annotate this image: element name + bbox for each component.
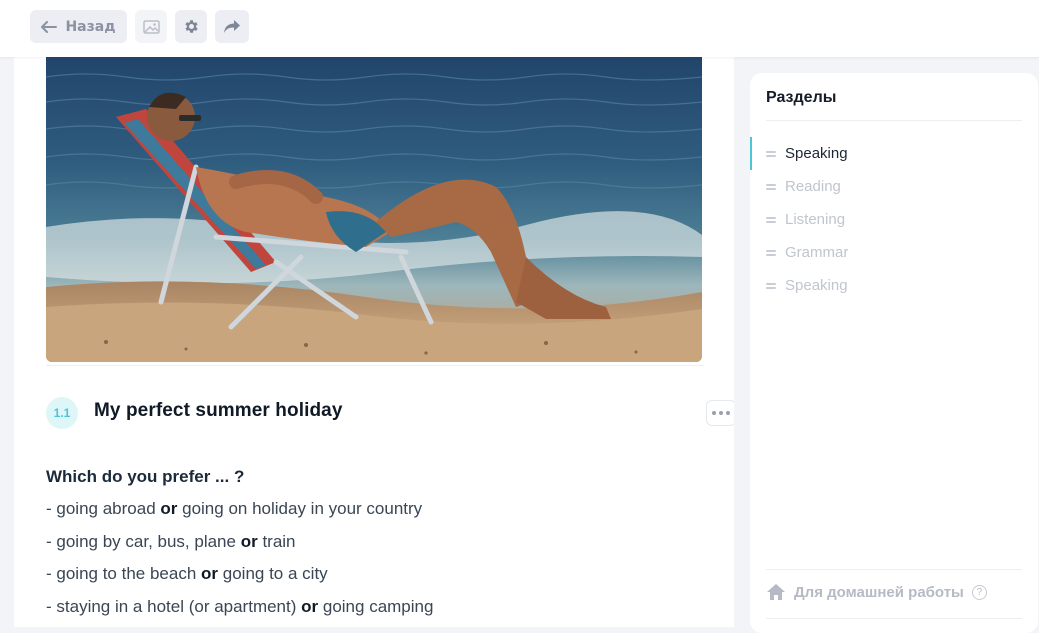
- lesson-photo: [46, 57, 702, 362]
- homework-link[interactable]: Для домашней работы ?: [766, 583, 987, 601]
- gear-icon: [184, 20, 198, 33]
- option-b: train: [262, 531, 296, 551]
- drag-handle-icon: [766, 248, 776, 258]
- option-prefix: -: [46, 531, 57, 551]
- sections-sidebar: Разделы Speaking Reading Listening Gramm…: [750, 73, 1038, 633]
- photo-divider: [46, 365, 704, 366]
- section-title: My perfect summer holiday: [94, 400, 343, 421]
- help-icon[interactable]: ?: [971, 584, 987, 600]
- option-or: or: [201, 564, 219, 583]
- share-button[interactable]: [215, 10, 249, 43]
- sidebar-item-reading[interactable]: Reading: [750, 170, 1038, 203]
- option-line: - going by car, bus, plane or train: [46, 528, 706, 561]
- sidebar-item-label: Reading: [785, 178, 841, 195]
- sidebar-title: Разделы: [766, 89, 837, 106]
- lesson-content-panel: 1.1 My perfect summer holiday Which do y…: [14, 57, 734, 627]
- question-heading: Which do you prefer ... ?: [46, 467, 245, 486]
- more-options-button[interactable]: [706, 400, 734, 426]
- sidebar-item-label: Speaking: [785, 145, 848, 162]
- more-dots-icon: [712, 411, 716, 415]
- sidebar-item-label: Speaking: [785, 277, 848, 294]
- sidebar-item-label: Grammar: [785, 244, 849, 261]
- option-or: or: [160, 499, 178, 518]
- drag-handle-icon: [766, 281, 776, 291]
- option-b: going camping: [322, 596, 434, 616]
- option-b: going to a city: [222, 564, 328, 583]
- sidebar-divider: [766, 120, 1022, 121]
- option-a: going by car, bus, plane: [56, 531, 236, 551]
- option-a: staying in a hotel (or apartment): [56, 596, 297, 616]
- share-icon: [224, 20, 240, 33]
- drag-handle-icon: [766, 215, 776, 225]
- image-button[interactable]: [135, 10, 167, 43]
- arrow-left-icon: [41, 20, 58, 33]
- image-icon: [142, 19, 160, 34]
- back-button[interactable]: Назад: [30, 10, 127, 43]
- option-line: - going abroad or going on holiday in yo…: [46, 495, 706, 528]
- exercise-text: Which do you prefer ... ? - going abroad…: [46, 463, 706, 625]
- back-button-label: Назад: [65, 18, 116, 35]
- option-prefix: -: [46, 596, 57, 616]
- section-number-badge: 1.1: [46, 397, 78, 429]
- settings-button[interactable]: [175, 10, 207, 43]
- sidebar-divider: [766, 569, 1022, 570]
- more-dot: [726, 411, 730, 415]
- sidebar-item-listening[interactable]: Listening: [750, 203, 1038, 236]
- drag-handle-icon: [766, 182, 776, 192]
- sidebar-item-grammar[interactable]: Grammar: [750, 236, 1038, 269]
- option-prefix: -: [46, 564, 57, 583]
- home-icon: [767, 584, 785, 600]
- option-line: - going to the beach or going to a city: [46, 560, 706, 593]
- option-line: - staying in a hotel (or apartment) or g…: [46, 593, 706, 626]
- drag-handle-icon: [766, 149, 776, 159]
- option-b: going on holiday in your country: [182, 499, 423, 518]
- top-toolbar: Назад: [0, 0, 1039, 57]
- sidebar-item-speaking-2[interactable]: Speaking: [750, 269, 1038, 302]
- option-prefix: -: [46, 499, 57, 518]
- sidebar-divider: [766, 618, 1022, 619]
- more-dot: [719, 411, 723, 415]
- option-a: going abroad: [56, 499, 156, 518]
- homework-label: Для домашней работы: [794, 583, 964, 601]
- option-a: going to the beach: [56, 564, 197, 583]
- option-or: or: [301, 596, 319, 616]
- option-or: or: [240, 531, 258, 551]
- sidebar-item-speaking[interactable]: Speaking: [750, 137, 1038, 170]
- sidebar-item-label: Listening: [785, 211, 846, 228]
